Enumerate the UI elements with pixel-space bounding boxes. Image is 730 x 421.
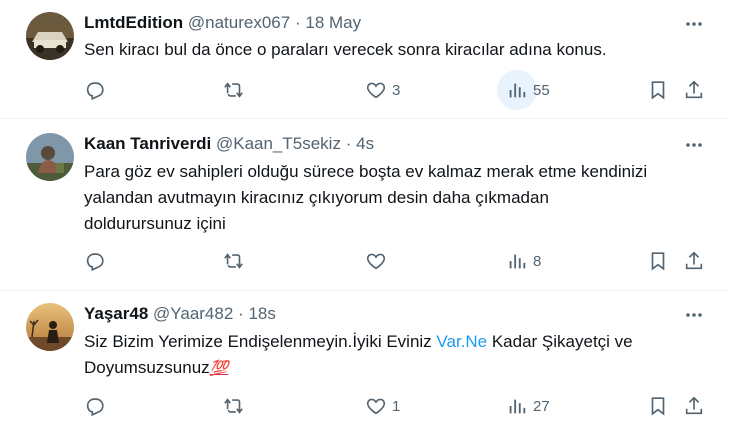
- tweet[interactable]: Yaşar48 @Yaar482 · 18s Siz Bizim Yerimiz…: [0, 291, 730, 420]
- tweet-header: Yaşar48 @Yaar482 · 18s: [84, 304, 276, 324]
- reply-icon: [86, 398, 104, 417]
- like-button[interactable]: 1: [365, 391, 400, 421]
- display-name[interactable]: Yaşar48: [84, 304, 148, 323]
- retweet-button[interactable]: [223, 246, 250, 276]
- tweet-header: Kaan Tanriverdi @Kaan_T5sekiz · 4s: [84, 134, 374, 154]
- views-icon: [509, 254, 526, 269]
- separator: ·: [238, 304, 244, 323]
- share-icon: [685, 80, 703, 99]
- like-icon: [366, 253, 386, 270]
- tweet-actions: 8: [0, 246, 730, 276]
- share-button[interactable]: [683, 391, 705, 421]
- views-button[interactable]: 8: [506, 246, 541, 276]
- reply-button[interactable]: [84, 75, 111, 105]
- like-button[interactable]: 3: [365, 75, 400, 105]
- like-icon: [366, 82, 386, 99]
- tweet-text-line: doldurursunuz içini: [84, 214, 226, 233]
- tweet-text-line: Siz Bizim Yerimize Endişelenmeyin.İyiki …: [84, 329, 704, 355]
- tweet[interactable]: LmtdEdition @naturex067 · 18 May Sen kir…: [0, 0, 730, 118]
- like-icon: [366, 398, 386, 415]
- retweet-icon: [224, 398, 243, 414]
- separator: ·: [294, 13, 301, 32]
- like-count: 1: [392, 397, 401, 415]
- avatar[interactable]: [26, 133, 74, 181]
- tweet-text-segment: Siz Bizim Yerimize Endişelenmeyin.İyiki …: [84, 332, 437, 351]
- link[interactable]: Var.Ne: [436, 332, 487, 351]
- timestamp[interactable]: 18 May: [305, 13, 361, 32]
- views-button[interactable]: 55: [506, 75, 550, 105]
- tweet-actions: 3 55: [0, 70, 730, 110]
- reply-icon: [86, 253, 104, 272]
- more-icon[interactable]: [684, 305, 704, 325]
- like-button[interactable]: [365, 246, 392, 276]
- tweet-text-line: Doyumsuzsunuz💯: [84, 355, 704, 382]
- retweet-button[interactable]: [223, 75, 250, 105]
- display-name[interactable]: LmtdEdition: [84, 13, 183, 32]
- handle[interactable]: @naturex067: [188, 13, 290, 32]
- views-icon: [509, 83, 526, 98]
- like-count: 3: [392, 81, 401, 99]
- views-icon: [509, 399, 526, 414]
- tweet-text: Siz Bizim Yerimize Endişelenmeyin.İyiki …: [84, 329, 704, 382]
- avatar[interactable]: [26, 303, 74, 351]
- display-name[interactable]: Kaan Tanriverdi: [84, 134, 211, 153]
- views-count: 55: [533, 81, 550, 99]
- tweet-text: Para göz ev sahipleri olduğu sürece boşt…: [84, 159, 704, 237]
- hundred-points-emoji: 💯: [209, 360, 229, 377]
- reply-button[interactable]: [84, 391, 111, 421]
- bookmark-button[interactable]: [647, 75, 669, 105]
- tweet-text-segment: Kadar Şikayetçi ve: [487, 332, 633, 351]
- reply-button[interactable]: [84, 246, 111, 276]
- retweet-icon: [224, 253, 243, 269]
- tweet-text: Sen kiracı bul da önce o paraları verece…: [84, 40, 607, 59]
- views-count: 27: [533, 397, 550, 415]
- reply-icon: [86, 82, 104, 101]
- bookmark-icon: [651, 397, 665, 416]
- share-button[interactable]: [683, 246, 705, 276]
- bookmark-icon: [651, 81, 665, 100]
- timestamp[interactable]: 18s: [248, 304, 275, 323]
- views-button[interactable]: 27: [506, 391, 550, 421]
- more-icon[interactable]: [684, 14, 704, 34]
- views-count: 8: [533, 252, 542, 270]
- share-button[interactable]: [683, 75, 705, 105]
- retweet-button[interactable]: [223, 391, 250, 421]
- tweet-text-line: Para göz ev sahipleri olduğu sürece boşt…: [84, 162, 648, 181]
- bookmark-button[interactable]: [647, 246, 669, 276]
- tweet-text-line: yalandan avutmayın kiracınız çıkıyorum d…: [84, 188, 549, 207]
- avatar[interactable]: [26, 12, 74, 60]
- timestamp[interactable]: 4s: [356, 134, 374, 153]
- share-icon: [685, 396, 703, 415]
- separator: ·: [345, 134, 352, 153]
- more-icon[interactable]: [684, 135, 704, 155]
- bookmark-icon: [651, 252, 665, 271]
- tweet-text-segment: Doyumsuzsunuz: [84, 358, 210, 377]
- handle[interactable]: @Kaan_T5sekiz: [216, 134, 341, 153]
- share-icon: [685, 251, 703, 270]
- tweet[interactable]: Kaan Tanriverdi @Kaan_T5sekiz · 4s Para …: [0, 119, 730, 290]
- bookmark-button[interactable]: [647, 391, 669, 421]
- tweet-header: LmtdEdition @naturex067 · 18 May: [84, 13, 361, 33]
- tweet-actions: 1 27: [0, 391, 730, 421]
- retweet-icon: [224, 82, 243, 98]
- handle[interactable]: @Yaar482: [153, 304, 233, 323]
